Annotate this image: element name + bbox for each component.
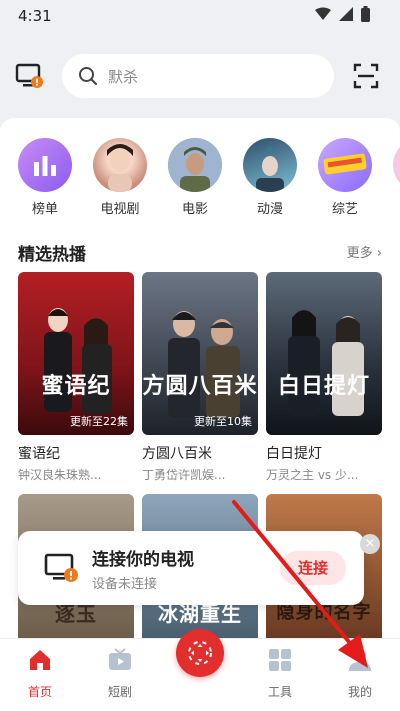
show-card[interactable]: 蜜语纪 更新至22集 蜜语纪 钟汉良朱珠熟... <box>18 272 134 483</box>
cast-tv-button[interactable] <box>14 60 48 94</box>
category-variety[interactable]: 综艺 <box>317 138 373 217</box>
anime-avatar <box>243 138 297 192</box>
section-title: 精选热播 <box>18 245 86 265</box>
search-placeholder: 默杀 <box>108 67 139 86</box>
remote-icon <box>188 641 212 665</box>
nav-label: 短剧 <box>107 685 132 699</box>
show-poster: 方圆八百米 更新至10集 <box>142 272 258 435</box>
home-icon <box>30 650 50 670</box>
battery-icon <box>361 6 370 22</box>
show-title: 方圆八百米 <box>142 446 212 462</box>
variety-avatar <box>318 138 372 192</box>
nav-tools[interactable]: 工具 <box>250 647 310 700</box>
nav-profile[interactable]: 我的 <box>330 647 390 700</box>
episode-badge: 更新至22集 <box>70 415 128 428</box>
wifi-icon <box>315 7 331 20</box>
scan-icon <box>353 63 379 89</box>
poster-title: 白日提灯 <box>277 373 370 399</box>
category-more-partial[interactable] <box>392 138 400 192</box>
show-poster: 白日提灯 <box>266 272 382 435</box>
grid-icon <box>269 649 291 671</box>
popup-title: 连接你的电视 <box>92 550 194 570</box>
tv-series-avatar <box>93 138 147 192</box>
show-card[interactable]: 方圆八百米 更新至10集 方圆八百米 丁勇岱许凯娱... <box>142 272 258 483</box>
connect-button[interactable]: 连接 <box>280 551 346 585</box>
category-label: 动漫 <box>256 202 283 217</box>
category-tv-series[interactable]: 电视剧 <box>92 138 148 217</box>
category-anime[interactable]: 动漫 <box>242 138 298 217</box>
category-label: 综艺 <box>331 202 358 217</box>
show-title: 蜜语纪 <box>18 446 60 462</box>
status-icons <box>315 6 370 22</box>
bottom-nav: 首页 短剧 工具 我的 <box>0 629 400 711</box>
category-movie[interactable]: 电影 <box>167 138 223 217</box>
popup-subtitle: 设备未连接 <box>92 577 158 592</box>
ranking-icon <box>18 138 72 192</box>
show-subtitle: 钟汉良朱珠熟... <box>18 468 102 482</box>
show-title: 白日提灯 <box>266 446 322 462</box>
category-label: 电影 <box>181 202 208 217</box>
section-more-link[interactable]: 更多 › <box>347 242 382 261</box>
chevron-right-icon: › <box>376 246 382 261</box>
status-bar: 4:31 <box>0 0 400 32</box>
nav-label: 我的 <box>347 685 372 699</box>
category-partial-icon <box>393 138 400 192</box>
movie-avatar <box>168 138 222 192</box>
episode-badge: 更新至10集 <box>194 415 252 428</box>
tv-warning-icon <box>44 552 80 584</box>
show-subtitle: 万灵之主 vs 少... <box>266 468 359 482</box>
close-popup-button[interactable]: × <box>360 534 380 554</box>
search-icon <box>79 67 98 86</box>
scan-button[interactable] <box>352 62 380 90</box>
short-drama-icon <box>109 648 131 670</box>
nav-home[interactable]: 首页 <box>10 647 70 700</box>
category-label: 电视剧 <box>100 202 140 217</box>
nav-label: 工具 <box>267 685 292 699</box>
nav-short-drama[interactable]: 短剧 <box>90 647 150 700</box>
signal-icon <box>339 7 353 21</box>
nav-label: 首页 <box>27 685 52 699</box>
show-subtitle: 丁勇岱许凯娱... <box>142 468 226 482</box>
more-label: 更多 <box>346 246 373 261</box>
connect-tv-popup: 连接你的电视 设备未连接 连接 <box>18 531 364 605</box>
category-ranking[interactable]: 榜单 <box>17 138 73 217</box>
category-row: 榜单 电视剧 电影 动漫 综艺 <box>0 138 400 218</box>
poster-title: 方圆八百米 <box>142 373 258 399</box>
top-bar: 默杀 <box>0 48 400 104</box>
poster-title: 蜜语纪 <box>41 373 111 399</box>
search-input[interactable]: 默杀 <box>62 54 334 98</box>
remote-control-button[interactable] <box>176 629 224 677</box>
status-time: 4:31 <box>18 7 52 25</box>
tv-icon <box>15 63 43 88</box>
show-card[interactable]: 白日提灯 白日提灯 万灵之主 vs 少... <box>266 272 382 483</box>
show-poster: 蜜语纪 更新至22集 <box>18 272 134 435</box>
user-icon <box>349 649 371 671</box>
category-label: 榜单 <box>31 202 58 217</box>
